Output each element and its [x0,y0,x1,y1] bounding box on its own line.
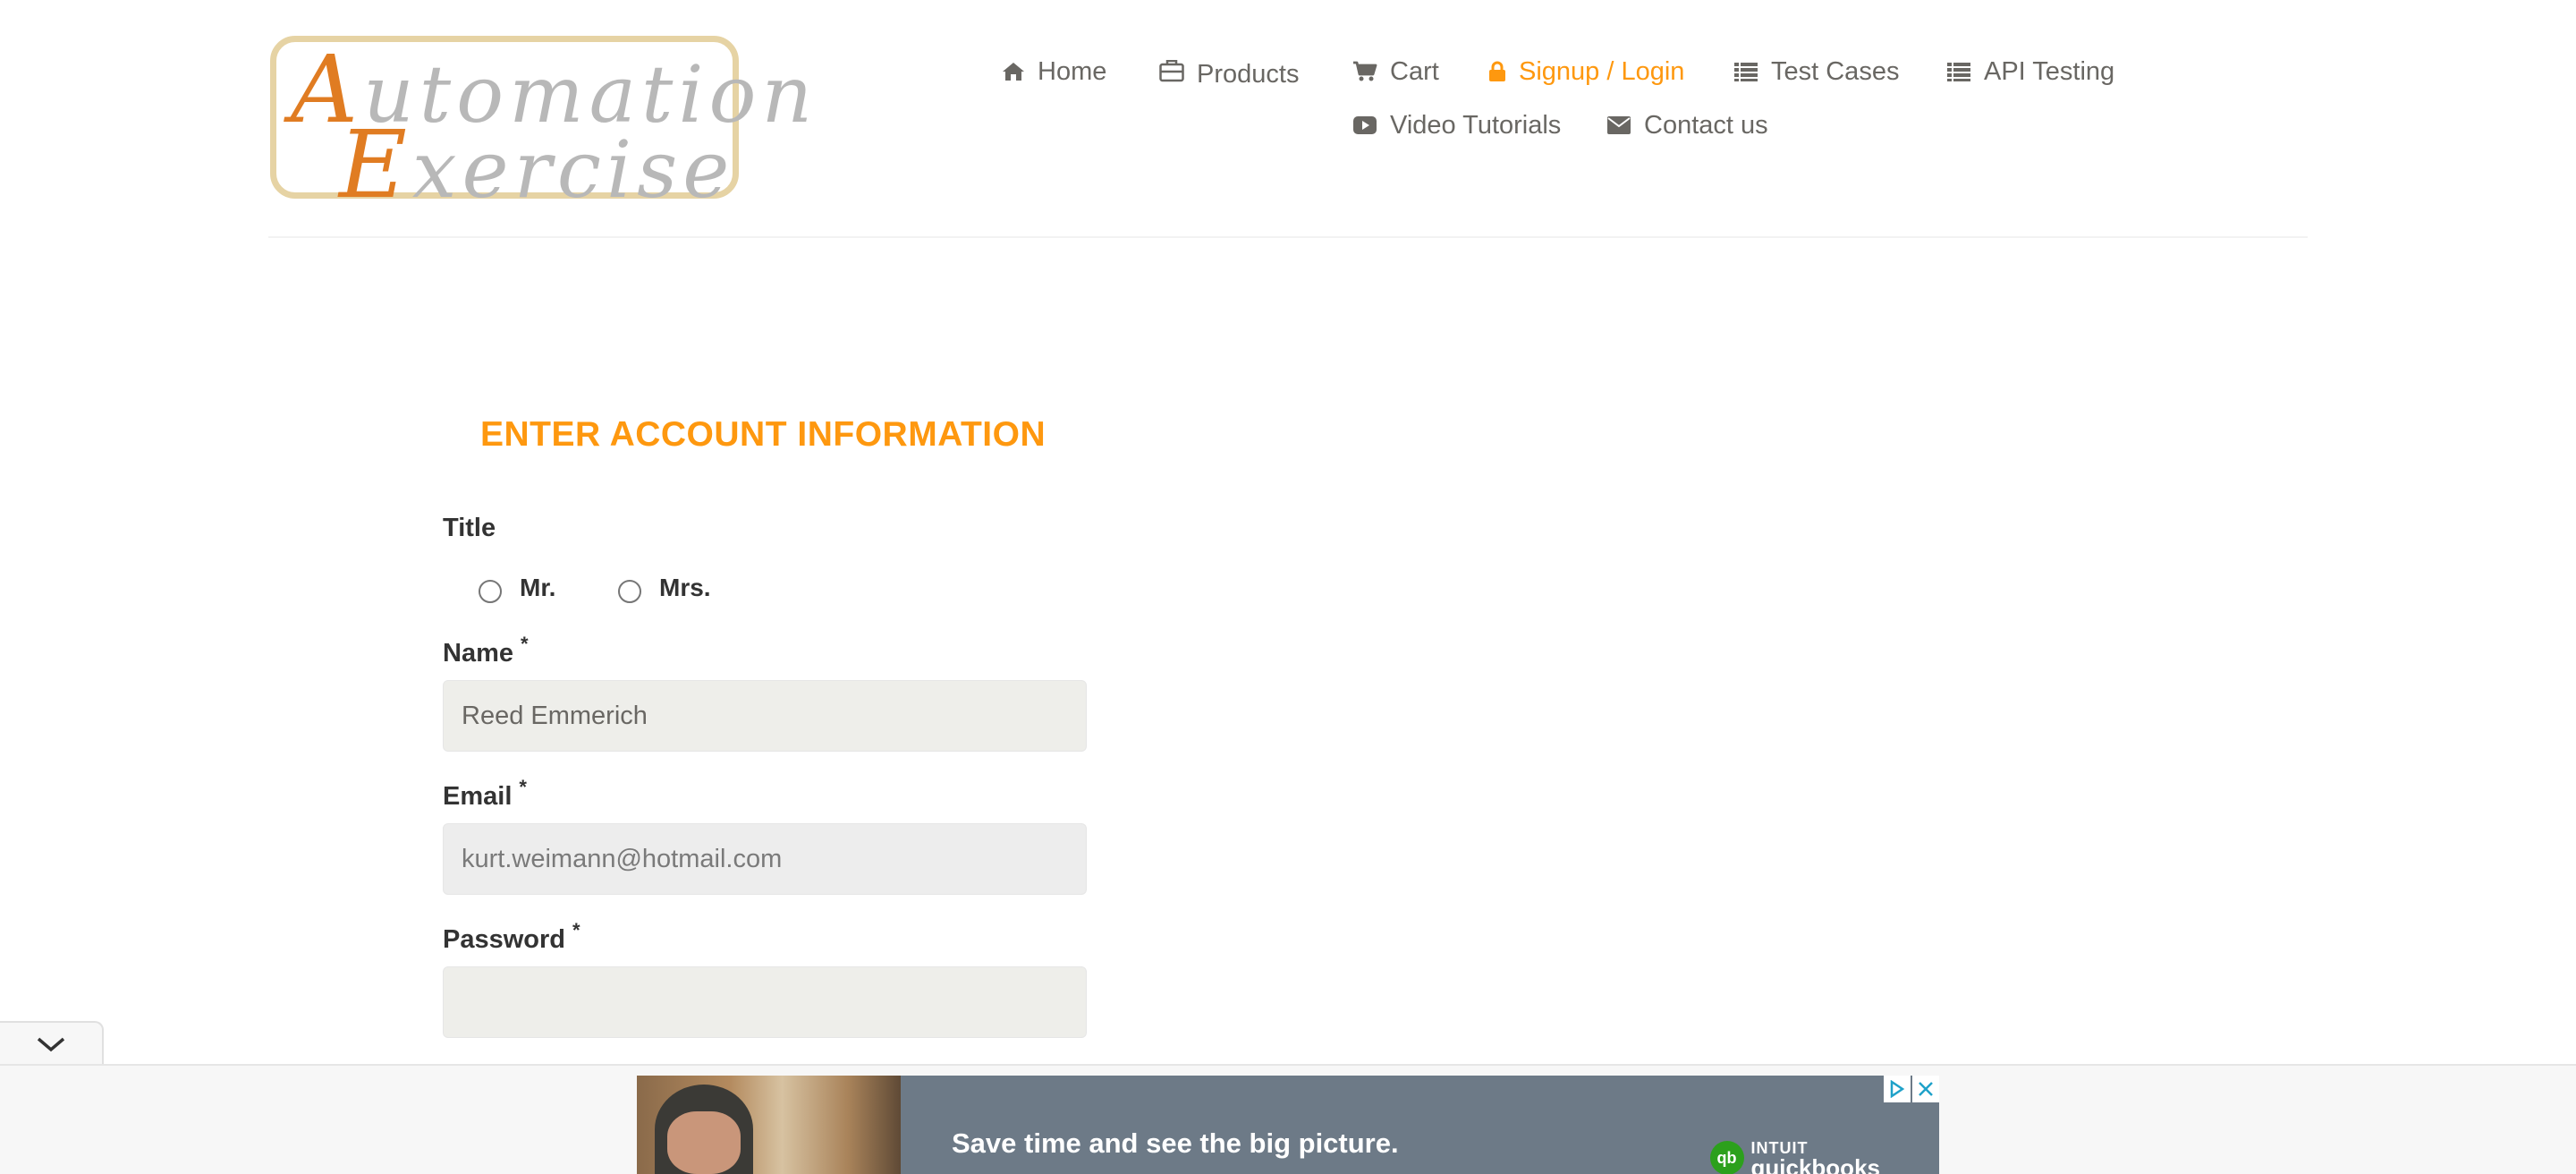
nav-cart[interactable]: Cart [1352,54,1439,89]
email-label-text: Email [443,782,513,811]
nav-cart-label: Cart [1390,56,1439,86]
briefcase-icon [1159,60,1184,82]
close-icon[interactable] [1912,1076,1939,1102]
site-logo[interactable]: Automation Exercise [270,35,812,219]
home-icon [1003,63,1024,81]
nav-products[interactable]: Products [1159,54,1299,89]
chevron-down-icon [37,1037,65,1052]
ad-photo [637,1076,901,1174]
name-label-text: Name [443,639,513,668]
ad-person-face [667,1111,741,1174]
nav-contact-us[interactable]: Contact us [1606,107,1768,143]
password-field[interactable] [443,966,1087,1038]
envelope-icon [1607,116,1631,134]
quickbooks-logo: qb [1709,1141,1744,1174]
logo-line-2: Exercise [339,110,734,219]
email-label: Email * [443,776,527,812]
nav-signup-login-label: Signup / Login [1519,56,1685,86]
title-option-mrs[interactable]: Mrs. [618,573,711,603]
nav-test-cases[interactable]: Test Cases [1733,54,1899,89]
radio-mrs-label: Mrs. [659,574,711,601]
password-label: Password * [443,919,580,955]
lock-icon [1489,61,1505,81]
ad-brand-large: quickbooks [1750,1154,1880,1174]
required-mark: * [572,919,580,941]
cart-icon [1353,61,1377,81]
ad-bar: Save time and see the big picture. qb IN… [0,1064,2576,1174]
logo-cap-e: E [339,110,412,219]
section-heading: ENTER ACCOUNT INFORMATION [480,415,1046,454]
nav-contact-us-label: Contact us [1644,110,1768,140]
name-field[interactable] [443,680,1087,752]
list-icon [1734,63,1758,81]
header-divider [268,236,2308,238]
ad-controls [1882,1076,1939,1102]
logo-text-2: xercise [411,123,735,216]
nav-products-label: Products [1197,59,1300,89]
nav-api-testing-label: API Testing [1984,56,2115,86]
adchoices-icon[interactable] [1884,1076,1911,1102]
ad-collapse-button[interactable] [0,1021,104,1066]
nav-home-label: Home [1038,56,1107,86]
title-label: Title [443,514,496,542]
nav-test-cases-label: Test Cases [1771,56,1900,86]
name-label: Name * [443,633,529,668]
title-option-mr[interactable]: Mr. [479,573,555,603]
nav-video-tutorials[interactable]: Video Tutorials [1352,107,1561,143]
ad-brand: qb INTUIT quickbooks [1709,1138,1880,1174]
radio-mrs[interactable] [618,580,641,603]
required-mark: * [519,776,527,798]
nav-api-testing[interactable]: API Testing [1946,54,2114,89]
nav-signup-login[interactable]: Signup / Login [1488,54,1684,89]
radio-mr[interactable] [479,580,502,603]
required-mark: * [521,633,529,655]
email-field[interactable] [443,823,1087,895]
radio-mr-label: Mr. [520,574,556,601]
nav-home[interactable]: Home [1002,54,1106,89]
password-label-text: Password [443,925,565,954]
nav-video-tutorials-label: Video Tutorials [1390,110,1562,140]
ad-banner[interactable]: Save time and see the big picture. qb IN… [637,1076,1939,1174]
ad-headline: Save time and see the big picture. [952,1127,1399,1159]
list-icon [1947,63,1970,81]
youtube-play-icon [1353,116,1377,134]
